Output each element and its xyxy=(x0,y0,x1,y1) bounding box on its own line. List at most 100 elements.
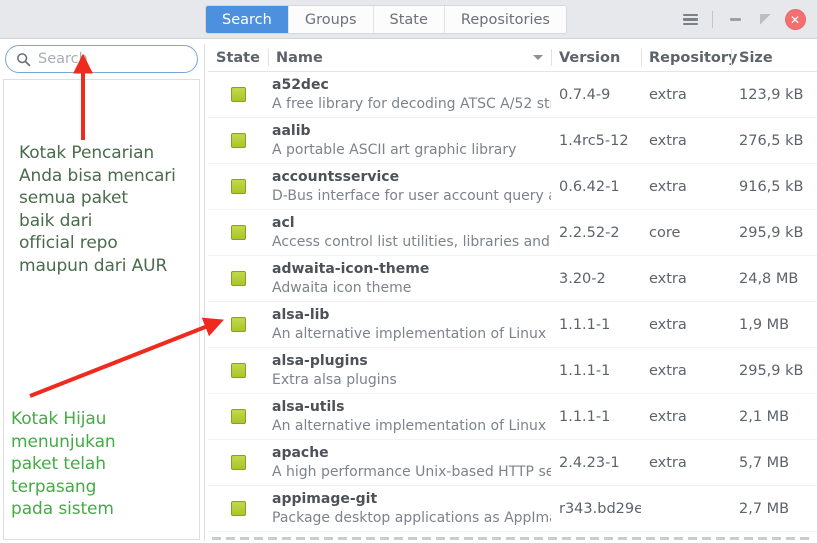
package-state-cell[interactable] xyxy=(208,363,268,378)
package-rows: a52dec A free library for decoding ATSC A… xyxy=(208,72,817,532)
column-header-repository-label: Repository xyxy=(649,49,738,66)
package-description: A portable ASCII art graphic library xyxy=(272,141,517,158)
installed-state-icon[interactable] xyxy=(230,409,246,424)
package-version: 1.1.1-1 xyxy=(559,408,611,425)
package-name: apache xyxy=(272,444,329,461)
table-row[interactable]: alsa-utils An alternative implementation … xyxy=(208,394,817,440)
list-column-headers: State Name Version Repository Size xyxy=(208,44,817,72)
sort-descending-icon xyxy=(533,55,543,60)
table-row[interactable]: accountsservice D-Bus interface for user … xyxy=(208,164,817,210)
package-description: Extra alsa plugins xyxy=(272,371,397,388)
package-repository: extra xyxy=(649,316,687,333)
package-description: An alternative implementation of Linux s… xyxy=(272,417,551,434)
installed-state-icon[interactable] xyxy=(230,225,246,240)
tab-state[interactable]: State xyxy=(373,6,445,33)
column-header-name[interactable]: Name xyxy=(268,44,551,72)
maximize-icon xyxy=(759,14,771,25)
package-state-cell[interactable] xyxy=(208,133,268,148)
table-row[interactable]: apache A high performance Unix-based HTTP… xyxy=(208,440,817,486)
table-row[interactable]: aalib A portable ASCII art graphic librar… xyxy=(208,118,817,164)
installed-state-icon[interactable] xyxy=(230,179,246,194)
tab-search[interactable]: Search xyxy=(206,6,289,33)
search-input[interactable]: Search xyxy=(5,45,198,73)
package-size: 2,7 MB xyxy=(739,500,790,517)
table-row[interactable]: alsa-plugins Extra alsa plugins 1.1.1-1 ext… xyxy=(208,348,817,394)
package-version: 0.6.42-1 xyxy=(559,178,620,195)
package-size: 24,8 MB xyxy=(739,270,799,287)
column-header-version-label: Version xyxy=(559,49,621,66)
package-version: 2.4.23-1 xyxy=(559,454,620,471)
table-row[interactable]: a52dec A free library for decoding ATSC A… xyxy=(208,72,817,118)
package-name-cell: a52dec A free library for decoding ATSC A… xyxy=(268,76,551,114)
package-repository: extra xyxy=(649,270,687,287)
package-name: alsa-utils xyxy=(272,398,345,415)
package-state-cell[interactable] xyxy=(208,501,268,516)
package-name-cell: alsa-lib An alternative implementation of… xyxy=(268,306,551,344)
package-repository: core xyxy=(649,224,681,241)
table-row[interactable]: acl Access control list utilities, librar… xyxy=(208,210,817,256)
package-name-cell: accountsservice D-Bus interface for user … xyxy=(268,168,551,206)
column-header-size-label: Size xyxy=(739,49,773,66)
installed-state-icon[interactable] xyxy=(230,271,246,286)
package-name: appimage-git xyxy=(272,490,378,507)
package-name-cell: aalib A portable ASCII art graphic librar… xyxy=(268,122,551,160)
horizontal-scrollbar[interactable] xyxy=(212,537,813,540)
package-name: aalib xyxy=(272,122,311,139)
package-description: Package desktop applications as AppImage… xyxy=(272,509,551,526)
panel-divider xyxy=(204,44,205,541)
column-header-repository[interactable]: Repository xyxy=(641,44,737,72)
package-state-cell[interactable] xyxy=(208,225,268,240)
package-size: 295,9 kB xyxy=(739,224,804,241)
installed-state-icon[interactable] xyxy=(230,133,246,148)
package-state-cell[interactable] xyxy=(208,409,268,424)
package-name: adwaita-icon-theme xyxy=(272,260,430,277)
tab-state-label: State xyxy=(389,11,428,28)
titlebar: Search Groups State Repositories ✕ xyxy=(0,0,817,39)
close-icon: ✕ xyxy=(784,9,806,30)
tab-repositories[interactable]: Repositories xyxy=(444,6,566,33)
table-row[interactable]: alsa-lib An alternative implementation of… xyxy=(208,302,817,348)
menu-button[interactable] xyxy=(676,6,704,34)
package-description: D-Bus interface for user account query a… xyxy=(272,187,551,204)
installed-state-icon[interactable] xyxy=(230,317,246,332)
close-button[interactable]: ✕ xyxy=(781,6,809,34)
package-state-cell[interactable] xyxy=(208,271,268,286)
package-state-cell[interactable] xyxy=(208,87,268,102)
tab-repositories-label: Repositories xyxy=(460,11,550,28)
package-name-cell: appimage-git Package desktop applications… xyxy=(268,490,551,528)
package-description: An alternative implementation of Linux s… xyxy=(272,325,551,342)
package-name: alsa-lib xyxy=(272,306,330,323)
package-state-cell[interactable] xyxy=(208,179,268,194)
package-version: r343.bd29ee! xyxy=(559,500,641,517)
package-manager-window: Search Groups State Repositories ✕ Searc… xyxy=(0,0,817,543)
tab-search-label: Search xyxy=(222,11,272,28)
column-header-size[interactable]: Size xyxy=(731,44,817,72)
package-state-cell[interactable] xyxy=(208,317,268,332)
minimize-icon xyxy=(729,18,741,21)
tab-groups[interactable]: Groups xyxy=(288,6,374,33)
package-state-cell[interactable] xyxy=(208,455,268,470)
installed-state-icon[interactable] xyxy=(230,363,246,378)
package-description: A free library for decoding ATSC A/52 st… xyxy=(272,95,551,112)
package-description: A high performance Unix-based HTTP serve xyxy=(272,463,551,480)
package-version: 1.4rc5-12 xyxy=(559,132,629,149)
installed-state-icon[interactable] xyxy=(230,501,246,516)
package-name: alsa-plugins xyxy=(272,352,368,369)
maximize-button[interactable] xyxy=(751,6,779,34)
package-repository: extra xyxy=(649,178,687,195)
minimize-button[interactable] xyxy=(721,6,749,34)
package-repository: extra xyxy=(649,132,687,149)
package-name-cell: alsa-plugins Extra alsa plugins xyxy=(268,352,551,390)
annotation-green-box-note: Kotak Hijau menunjukan paket telah terpa… xyxy=(11,409,116,519)
table-row[interactable]: appimage-git Package desktop applications… xyxy=(208,486,817,532)
column-header-version[interactable]: Version xyxy=(551,44,641,72)
package-version: 1.1.1-1 xyxy=(559,362,611,379)
package-size: 123,9 kB xyxy=(739,86,804,103)
annotation-search-box-note: Kotak Pencarian Anda bisa mencari semua … xyxy=(19,143,176,276)
table-row[interactable]: adwaita-icon-theme Adwaita icon theme 3.20… xyxy=(208,256,817,302)
package-repository: extra xyxy=(649,408,687,425)
column-header-state[interactable]: State xyxy=(208,44,268,72)
installed-state-icon[interactable] xyxy=(230,455,246,470)
installed-state-icon[interactable] xyxy=(230,87,246,102)
package-name-cell: acl Access control list utilities, librar… xyxy=(268,214,551,252)
